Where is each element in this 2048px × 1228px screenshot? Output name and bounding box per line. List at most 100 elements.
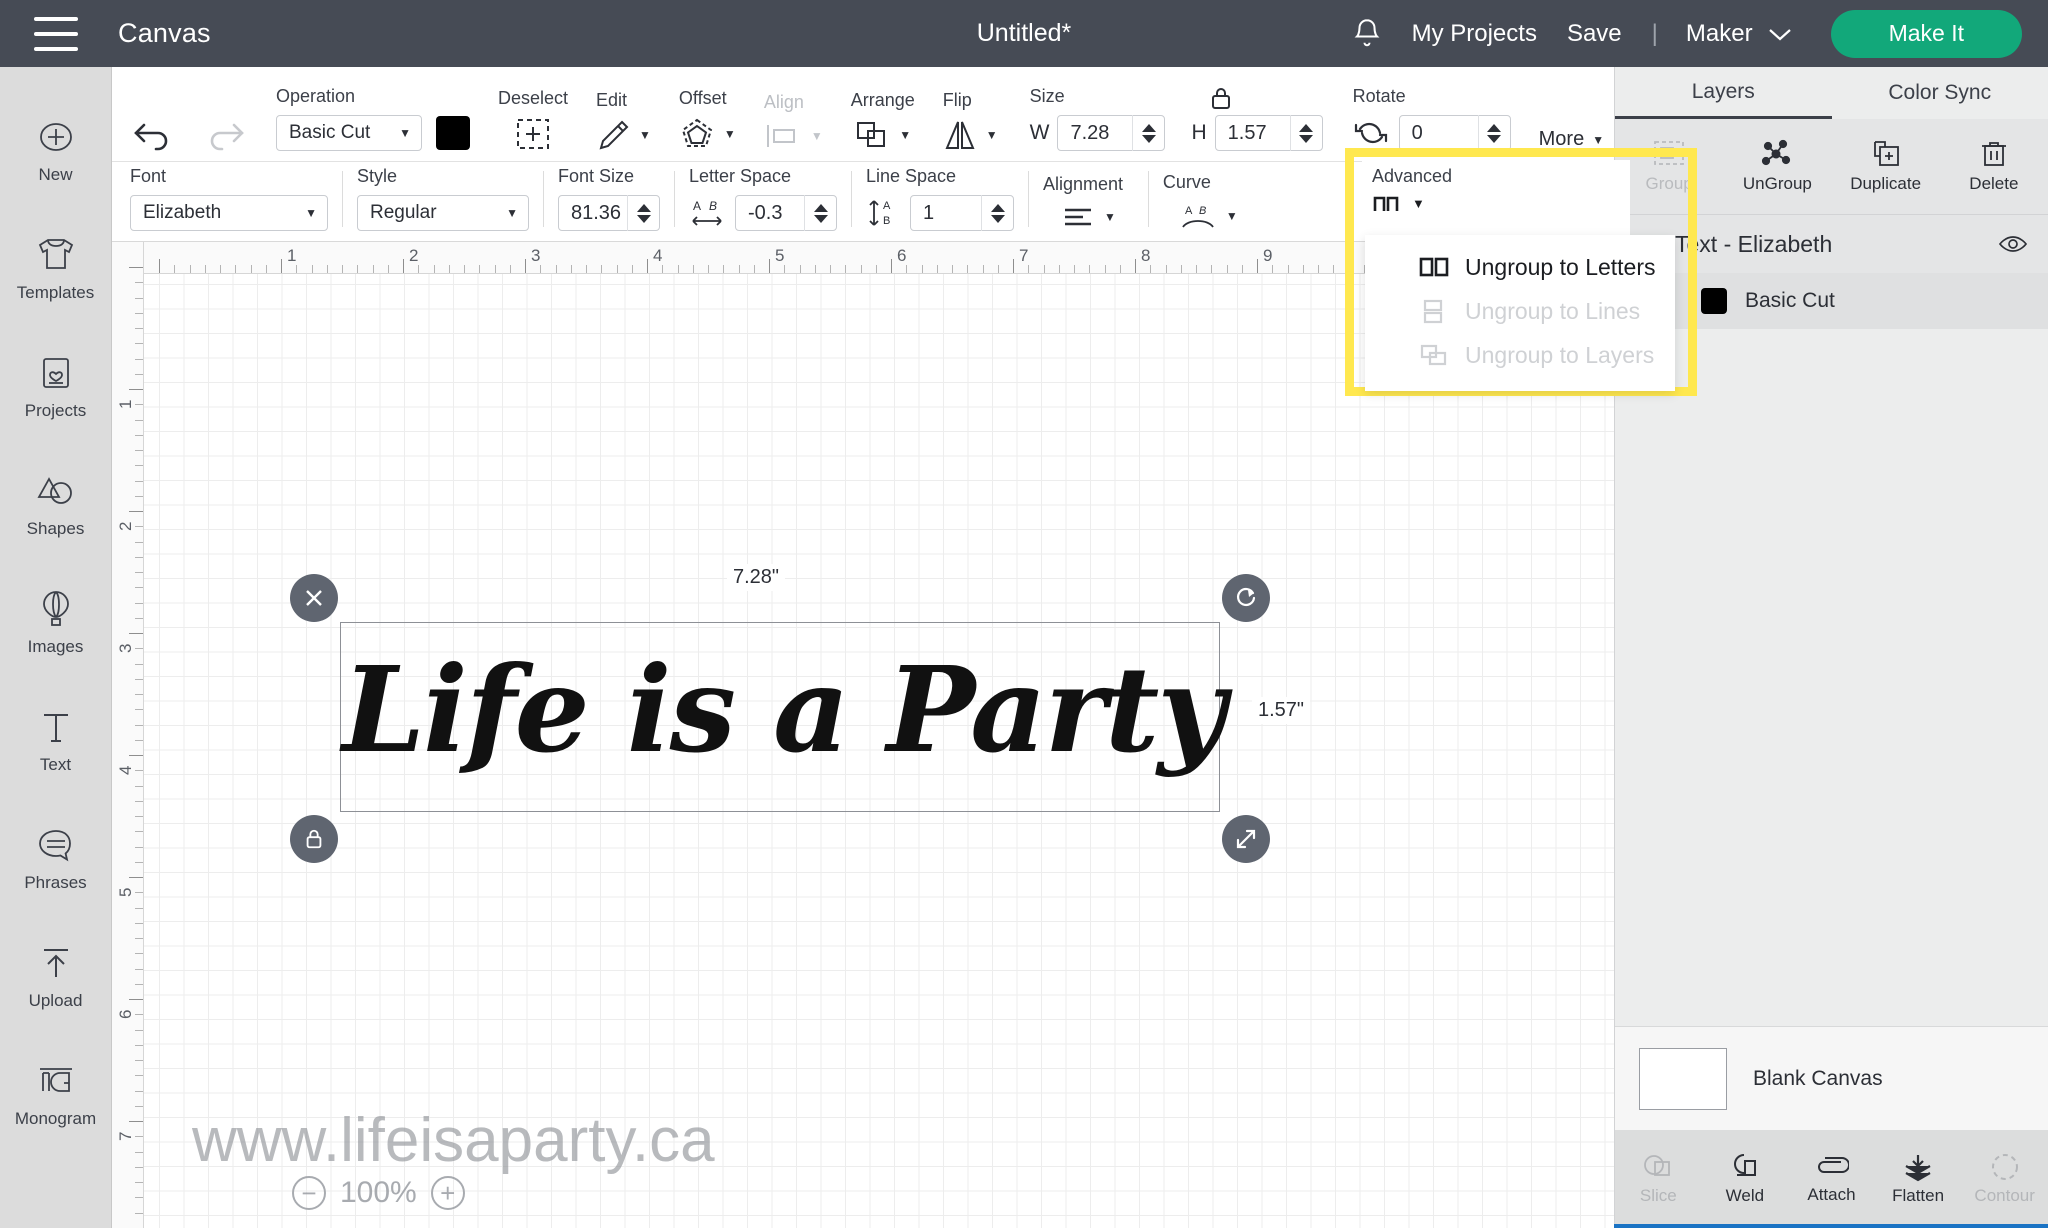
ruler-tick <box>135 1136 143 1138</box>
tab-layers[interactable]: Layers <box>1615 67 1832 119</box>
height-value[interactable] <box>1215 121 1290 145</box>
my-projects-link[interactable]: My Projects <box>1412 20 1537 48</box>
rotate-stepper[interactable] <box>1477 115 1510 151</box>
width-stepper[interactable] <box>1132 115 1164 151</box>
height-stepper[interactable] <box>1289 115 1322 151</box>
font-value: Elizabeth <box>143 202 222 223</box>
upload-arrow-icon <box>39 942 73 984</box>
advanced-dropdown-menu[interactable]: Ungroup to Letters Ungroup to Lines Ungr… <box>1365 235 1675 391</box>
ruler-tick <box>135 1090 143 1092</box>
curve-text-icon: AB <box>1182 205 1214 228</box>
ruler-number: 4 <box>116 765 135 775</box>
zoom-control[interactable]: − 100% + <box>292 1176 465 1210</box>
ruler-tick <box>265 265 267 273</box>
operation-color-swatch[interactable] <box>436 116 470 150</box>
operation-group: Operation Basic Cut ▼ <box>262 67 484 161</box>
menu-label: Ungroup to Lines <box>1465 297 1641 324</box>
artwork-text[interactable]: Life is a Party <box>338 594 1228 824</box>
ruler-tick-major <box>1013 259 1014 273</box>
line-space-value[interactable] <box>911 201 981 225</box>
operation-select[interactable]: Basic Cut ▼ <box>276 115 422 151</box>
line-space-input[interactable] <box>910 195 1014 231</box>
ruler-tick <box>135 907 143 909</box>
ruler-tick <box>1318 265 1319 273</box>
ruler-tick <box>135 419 143 421</box>
zoom-out-button[interactable]: − <box>292 1176 326 1210</box>
letter-space-input[interactable] <box>735 195 837 231</box>
attach-button[interactable]: Attach <box>1788 1153 1875 1205</box>
sidebar-item-phrases[interactable]: Phrases <box>0 799 112 917</box>
letter-space-value[interactable] <box>736 201 804 225</box>
ruler-tick <box>1196 265 1197 273</box>
alignment-button[interactable]: ▼ <box>1043 203 1134 231</box>
arrange-button[interactable]: ▼ <box>854 119 911 151</box>
save-button[interactable]: Save <box>1567 20 1622 48</box>
machine-selector[interactable]: Maker <box>1686 20 1793 48</box>
ruler-tick <box>1302 265 1304 273</box>
advanced-button[interactable]: ▼ <box>1362 187 1630 215</box>
rotate-handle[interactable] <box>1222 574 1270 622</box>
rotate-value[interactable] <box>1399 121 1478 145</box>
canvas-background-row[interactable]: Blank Canvas <box>1615 1026 2048 1130</box>
font-size-stepper[interactable] <box>627 195 659 231</box>
svg-text:B: B <box>883 215 890 227</box>
rotate-group: Rotate <box>1337 67 1525 161</box>
flatten-button[interactable]: Flatten <box>1875 1152 1962 1206</box>
curve-button[interactable]: AB ▼ <box>1163 201 1254 231</box>
sidebar-item-monogram[interactable]: Monogram <box>0 1035 112 1153</box>
ruler-tick <box>357 265 359 273</box>
ruler-tick <box>135 1044 143 1046</box>
ruler-tick <box>799 265 801 273</box>
delete-button[interactable]: Delete <box>1940 139 2048 194</box>
canvas-thumbnail[interactable] <box>1639 1047 1727 1110</box>
rotate-icon[interactable] <box>1353 117 1389 149</box>
lock-closed-icon[interactable] <box>1208 85 1234 111</box>
height-input[interactable] <box>1214 115 1323 151</box>
layer-name: Text - Elizabeth <box>1675 230 1833 257</box>
sidebar-item-shapes[interactable]: Shapes <box>0 445 112 563</box>
sidebar-item-images[interactable]: Images <box>0 563 112 681</box>
sidebar-item-text[interactable]: Text <box>0 681 112 799</box>
resize-handle[interactable] <box>1222 815 1270 863</box>
lock-aspect-handle[interactable] <box>290 815 338 863</box>
ruler-tick <box>135 282 143 284</box>
sidebar-item-new[interactable]: New <box>0 91 112 209</box>
offset-button[interactable]: ▼ <box>679 117 736 151</box>
style-select[interactable]: Regular ▼ <box>357 195 529 231</box>
hamburger-icon[interactable] <box>34 16 78 51</box>
width-value[interactable] <box>1058 121 1133 145</box>
make-it-button[interactable]: Make It <box>1830 9 2022 58</box>
duplicate-button[interactable]: Duplicate <box>1832 139 1940 194</box>
eye-icon[interactable] <box>1998 233 2028 255</box>
weld-button[interactable]: Weld <box>1702 1152 1789 1206</box>
delete-handle[interactable] <box>290 574 338 622</box>
ruler-tick <box>220 265 221 273</box>
rotate-input[interactable] <box>1398 115 1511 151</box>
edit-button[interactable]: ▼ <box>596 119 651 151</box>
ruler-tick <box>1058 265 1060 273</box>
ungroup-button[interactable]: UnGroup <box>1723 139 1831 194</box>
curve-label: Curve <box>1162 172 1211 192</box>
tab-color-sync[interactable]: Color Sync <box>1832 67 2048 119</box>
ruler-number: 6 <box>897 246 907 265</box>
ruler-tick <box>135 312 143 314</box>
menu-item-ungroup-to-letters[interactable]: Ungroup to Letters <box>1365 245 1675 289</box>
sidebar-item-templates[interactable]: Templates <box>0 209 112 327</box>
undo-arrow-icon[interactable] <box>130 117 174 151</box>
letter-space-stepper[interactable] <box>804 195 836 231</box>
flip-button[interactable]: ▼ <box>943 119 998 151</box>
ruler-tick <box>135 831 143 833</box>
zoom-in-button[interactable]: + <box>430 1176 465 1210</box>
font-size-value[interactable] <box>559 201 627 225</box>
notification-bell-icon[interactable] <box>1352 17 1382 51</box>
deselect-marquee-icon[interactable] <box>515 117 551 151</box>
sidebar-item-upload[interactable]: Upload <box>0 917 112 1035</box>
line-space-stepper[interactable] <box>981 195 1013 231</box>
ruler-tick <box>555 265 557 273</box>
shapes-icon <box>35 470 77 512</box>
font-select[interactable]: Elizabeth ▼ <box>130 195 328 231</box>
sidebar-item-projects[interactable]: Projects <box>0 327 112 445</box>
font-size-input[interactable] <box>558 195 660 231</box>
ruler-tick <box>135 1105 143 1107</box>
width-input[interactable] <box>1057 115 1166 151</box>
